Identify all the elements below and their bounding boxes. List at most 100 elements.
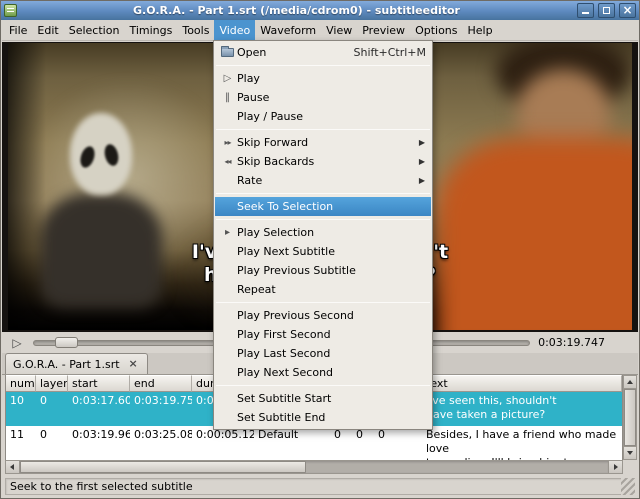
menu-item-skip-backards[interactable]: ◂◂Skip Backards▶ — [215, 152, 431, 171]
play-icon[interactable] — [9, 335, 25, 351]
menubar-item-preview[interactable]: Preview — [357, 20, 410, 40]
subtitle-row-11[interactable]: 1100:03:19.9600:03:25.0800:00:05.120Defa… — [6, 426, 622, 460]
column-header-text[interactable]: text — [422, 375, 622, 392]
menu-item-skip-forward[interactable]: ▸▸Skip Forward▶ — [215, 133, 431, 152]
menubar-item-timings[interactable]: Timings — [124, 20, 177, 40]
menu-item-label: Skip Forward — [237, 136, 409, 149]
menu-shortcut: Shift+Ctrl+M — [344, 46, 427, 59]
play-icon: ▷ — [218, 69, 237, 88]
menu-item-label: Play Selection — [237, 226, 416, 239]
menu-item-play-next-second[interactable]: Play Next Second — [215, 363, 431, 382]
cell-margin-v: 0 — [374, 426, 396, 460]
cell-margin-r: 0 — [352, 426, 374, 460]
seek-slider-handle[interactable] — [55, 337, 78, 348]
cell-text: Besides, I have a friend who made love t… — [422, 426, 622, 460]
play-selection-icon: ▸ — [218, 223, 237, 242]
column-header-end[interactable]: end — [130, 375, 192, 392]
menu-item-play-pause[interactable]: Play / Pause — [215, 107, 431, 126]
cell-duration: 0:00:05.120 — [192, 426, 254, 460]
arrow-right-icon — [614, 464, 618, 470]
menu-item-play-selection[interactable]: ▸Play Selection — [215, 223, 431, 242]
menubar-item-tools[interactable]: Tools — [177, 20, 214, 40]
menu-item-pause[interactable]: ‖Pause — [215, 88, 431, 107]
submenu-arrow-icon: ▶ — [409, 176, 426, 185]
window-title: G.O.R.A. - Part 1.srt (/media/cdrom0) - … — [20, 4, 573, 17]
menu-item-repeat[interactable]: Repeat — [215, 280, 431, 299]
titlebar[interactable]: G.O.R.A. - Part 1.srt (/media/cdrom0) - … — [1, 1, 639, 20]
tab-label: G.O.R.A. - Part 1.srt — [13, 358, 120, 371]
current-time: 0:03:19.747 — [538, 336, 631, 349]
menu-separator — [216, 65, 430, 66]
person-orange-shirt — [436, 138, 632, 330]
arrow-up-icon — [627, 380, 633, 384]
cell-num: 10 — [6, 392, 36, 426]
horizontal-scrollbar-thumb[interactable] — [20, 461, 306, 473]
cell-style: Default — [254, 426, 330, 460]
arrow-down-icon — [627, 451, 633, 455]
cell-start: 0:03:19.960 — [68, 426, 130, 460]
menu-item-set-subtitle-end[interactable]: Set Subtitle End — [215, 408, 431, 427]
menubar-item-view[interactable]: View — [321, 20, 357, 40]
menu-item-label: Play / Pause — [237, 110, 416, 123]
column-header-start[interactable]: start — [68, 375, 130, 392]
menubar-item-selection[interactable]: Selection — [64, 20, 125, 40]
vertical-scrollbar[interactable] — [623, 375, 637, 460]
status-bar: Seek to the first selected subtitle — [2, 476, 638, 497]
subtitleeditor-window: G.O.R.A. - Part 1.srt (/media/cdrom0) - … — [0, 0, 640, 499]
menu-item-play-first-second[interactable]: Play First Second — [215, 325, 431, 344]
menu-item-label: Set Subtitle End — [237, 411, 416, 424]
scroll-right-button[interactable] — [608, 460, 623, 474]
horizontal-scrollbar-trough[interactable] — [20, 460, 608, 474]
menu-item-label: Play Next Subtitle — [237, 245, 416, 258]
menu-separator — [216, 129, 430, 130]
menu-item-label: Skip Backards — [237, 155, 409, 168]
menu-item-seek-to-selection[interactable]: Seek To Selection — [215, 197, 431, 216]
menu-item-rate[interactable]: Rate▶ — [215, 171, 431, 190]
alien-head — [70, 113, 132, 195]
menu-separator — [216, 385, 430, 386]
cell-layer: 0 — [36, 392, 68, 426]
menubar-item-waveform[interactable]: Waveform — [255, 20, 321, 40]
menu-item-play-next-subtitle[interactable]: Play Next Subtitle — [215, 242, 431, 261]
tab-close-icon[interactable] — [127, 358, 140, 371]
cell-text: I've seen this, shouldn't have taken a p… — [422, 392, 622, 426]
menubar-item-options[interactable]: Options — [410, 20, 462, 40]
tab-gora-part1[interactable]: G.O.R.A. - Part 1.srt — [5, 353, 148, 374]
menu-item-label: Pause — [237, 91, 416, 104]
menu-item-play-last-second[interactable]: Play Last Second — [215, 344, 431, 363]
scroll-down-button[interactable] — [624, 446, 636, 459]
horizontal-scrollbar[interactable] — [5, 460, 623, 474]
menu-item-label: Play — [237, 72, 416, 85]
submenu-arrow-icon: ▶ — [409, 157, 426, 166]
close-button[interactable] — [619, 3, 636, 18]
minimize-button[interactable] — [577, 3, 594, 18]
arrow-left-icon — [10, 464, 14, 470]
menu-item-set-subtitle-start[interactable]: Set Subtitle Start — [215, 389, 431, 408]
scroll-left-button[interactable] — [5, 460, 20, 474]
cell-start: 0:03:17.600 — [68, 392, 130, 426]
menu-item-label: Seek To Selection — [237, 200, 416, 213]
column-header-num[interactable]: num — [6, 375, 36, 392]
maximize-button[interactable] — [598, 3, 615, 18]
menu-item-play-previous-second[interactable]: Play Previous Second — [215, 306, 431, 325]
menubar-item-video[interactable]: Video — [214, 20, 255, 40]
menu-item-play[interactable]: ▷Play — [215, 69, 431, 88]
menu-item-label: Rate — [237, 174, 409, 187]
menu-item-open[interactable]: OpenShift+Ctrl+M — [215, 43, 431, 62]
pause-icon: ‖ — [218, 88, 237, 107]
skip-backward-icon: ◂◂ — [218, 152, 237, 171]
menu-item-label: Open — [237, 46, 344, 59]
menubar-item-help[interactable]: Help — [463, 20, 498, 40]
resize-grip[interactable] — [621, 478, 635, 495]
menu-separator — [216, 219, 430, 220]
vertical-scrollbar-thumb[interactable] — [624, 389, 636, 446]
cell-end: 0:03:25.080 — [130, 426, 192, 460]
scroll-up-button[interactable] — [624, 376, 636, 389]
cell-end: 0:03:19.750 — [130, 392, 192, 426]
menubar-item-edit[interactable]: Edit — [32, 20, 63, 40]
column-header-layer[interactable]: layer — [36, 375, 68, 392]
menu-item-play-previous-subtitle[interactable]: Play Previous Subtitle — [215, 261, 431, 280]
status-text: Seek to the first selected subtitle — [5, 478, 621, 495]
cell-effect — [396, 426, 422, 460]
menubar-item-file[interactable]: File — [4, 20, 32, 40]
